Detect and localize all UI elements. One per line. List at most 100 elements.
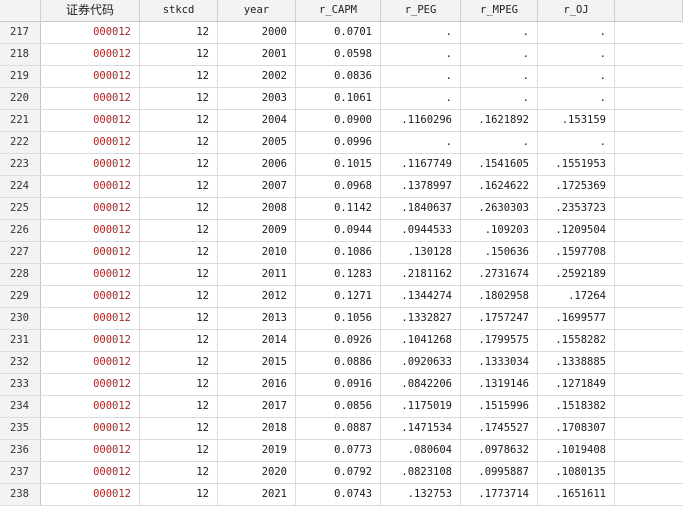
row-number[interactable]: 235	[0, 418, 41, 439]
cell-r-capm[interactable]: 0.0926	[296, 330, 381, 351]
cell-stkcd[interactable]: 12	[140, 88, 218, 109]
cell-r-mpeg[interactable]: .1802958	[461, 286, 538, 307]
cell-stkcd[interactable]: 12	[140, 396, 218, 417]
cell-r-oj[interactable]: .	[538, 22, 615, 43]
cell-stkcd[interactable]: 12	[140, 440, 218, 461]
cell-r-capm[interactable]: 0.0856	[296, 396, 381, 417]
cell-stkcd[interactable]: 12	[140, 154, 218, 175]
cell-stkcd[interactable]: 12	[140, 66, 218, 87]
cell-r-peg[interactable]: .0944533	[381, 220, 461, 241]
cell-r-oj[interactable]: .1551953	[538, 154, 615, 175]
cell-r-capm[interactable]: 0.0836	[296, 66, 381, 87]
cell-r-mpeg[interactable]: .2731674	[461, 264, 538, 285]
cell-r-capm[interactable]: 0.1061	[296, 88, 381, 109]
cell-r-peg[interactable]: .1840637	[381, 198, 461, 219]
row-number[interactable]: 234	[0, 396, 41, 417]
cell-code[interactable]: 000012	[41, 264, 140, 285]
cell-year[interactable]: 2013	[218, 308, 296, 329]
row-number[interactable]: 227	[0, 242, 41, 263]
cell-r-capm[interactable]: 0.0598	[296, 44, 381, 65]
cell-r-peg[interactable]: .	[381, 132, 461, 153]
cell-r-peg[interactable]: .132753	[381, 484, 461, 505]
cell-year[interactable]: 2014	[218, 330, 296, 351]
cell-r-peg[interactable]: .130128	[381, 242, 461, 263]
column-header-r-mpeg[interactable]: r_MPEG	[461, 0, 538, 21]
cell-r-capm[interactable]: 0.0944	[296, 220, 381, 241]
cell-r-oj[interactable]: .1338885	[538, 352, 615, 373]
table-row[interactable]: 222 000012 12 2005 0.0996...	[0, 132, 683, 154]
cell-code[interactable]: 000012	[41, 88, 140, 109]
cell-r-capm[interactable]: 0.1271	[296, 286, 381, 307]
table-row[interactable]: 234 000012 12 2017 0.0856.1175019.1515996.15…	[0, 396, 683, 418]
cell-year[interactable]: 2009	[218, 220, 296, 241]
cell-r-oj[interactable]: .1080135	[538, 462, 615, 483]
cell-r-mpeg[interactable]: .1745527	[461, 418, 538, 439]
table-row[interactable]: 238 000012 12 2021 0.0743.132753.1773714.165…	[0, 484, 683, 506]
cell-r-peg[interactable]: .1041268	[381, 330, 461, 351]
cell-r-mpeg[interactable]: .1799575	[461, 330, 538, 351]
cell-code[interactable]: 000012	[41, 484, 140, 505]
cell-year[interactable]: 2011	[218, 264, 296, 285]
cell-code[interactable]: 000012	[41, 66, 140, 87]
cell-r-mpeg[interactable]: .1319146	[461, 374, 538, 395]
row-number[interactable]: 224	[0, 176, 41, 197]
cell-code[interactable]: 000012	[41, 440, 140, 461]
cell-r-peg[interactable]: .1167749	[381, 154, 461, 175]
cell-code[interactable]: 000012	[41, 330, 140, 351]
table-row[interactable]: 221 000012 12 2004 0.0900.1160296.1621892.15…	[0, 110, 683, 132]
cell-r-peg[interactable]: .	[381, 22, 461, 43]
cell-r-mpeg[interactable]: .	[461, 132, 538, 153]
cell-r-capm[interactable]: 0.1056	[296, 308, 381, 329]
column-header-r-oj[interactable]: r_OJ	[538, 0, 615, 21]
cell-year[interactable]: 2001	[218, 44, 296, 65]
cell-r-mpeg[interactable]: .1541605	[461, 154, 538, 175]
cell-r-oj[interactable]: .1518382	[538, 396, 615, 417]
cell-r-mpeg[interactable]: .1624622	[461, 176, 538, 197]
column-header-stkcd[interactable]: stkcd	[140, 0, 218, 21]
cell-r-mpeg[interactable]: .	[461, 22, 538, 43]
cell-stkcd[interactable]: 12	[140, 462, 218, 483]
table-row[interactable]: 230 000012 12 2013 0.1056.1332827.1757247.16…	[0, 308, 683, 330]
cell-r-mpeg[interactable]: .	[461, 66, 538, 87]
cell-stkcd[interactable]: 12	[140, 176, 218, 197]
cell-stkcd[interactable]: 12	[140, 110, 218, 131]
row-number[interactable]: 217	[0, 22, 41, 43]
cell-code[interactable]: 000012	[41, 286, 140, 307]
cell-r-mpeg[interactable]: .0995887	[461, 462, 538, 483]
table-row[interactable]: 229 000012 12 2012 0.1271.1344274.1802958.17…	[0, 286, 683, 308]
cell-code[interactable]: 000012	[41, 462, 140, 483]
cell-r-peg[interactable]: .1175019	[381, 396, 461, 417]
cell-r-capm[interactable]: 0.1015	[296, 154, 381, 175]
cell-year[interactable]: 2021	[218, 484, 296, 505]
cell-r-peg[interactable]: .1344274	[381, 286, 461, 307]
data-grid[interactable]: 证券代码 stkcd year r_CAPM r_PEG r_MPEG r_OJ…	[0, 0, 683, 512]
row-number[interactable]: 231	[0, 330, 41, 351]
column-header-code[interactable]: 证券代码	[41, 0, 140, 21]
corner-cell[interactable]	[0, 0, 41, 21]
cell-r-capm[interactable]: 0.1142	[296, 198, 381, 219]
table-row[interactable]: 220 000012 12 2003 0.1061...	[0, 88, 683, 110]
cell-code[interactable]: 000012	[41, 352, 140, 373]
cell-r-mpeg[interactable]: .109203	[461, 220, 538, 241]
row-number[interactable]: 230	[0, 308, 41, 329]
cell-code[interactable]: 000012	[41, 418, 140, 439]
cell-r-mpeg[interactable]: .1773714	[461, 484, 538, 505]
cell-r-mpeg[interactable]: .1333034	[461, 352, 538, 373]
cell-r-mpeg[interactable]: .150636	[461, 242, 538, 263]
cell-year[interactable]: 2019	[218, 440, 296, 461]
cell-year[interactable]: 2016	[218, 374, 296, 395]
cell-r-peg[interactable]: .0920633	[381, 352, 461, 373]
cell-r-capm[interactable]: 0.0916	[296, 374, 381, 395]
table-row[interactable]: 226 000012 12 2009 0.0944.0944533.109203.120…	[0, 220, 683, 242]
cell-year[interactable]: 2018	[218, 418, 296, 439]
cell-r-peg[interactable]: .080604	[381, 440, 461, 461]
cell-r-mpeg[interactable]: .1515996	[461, 396, 538, 417]
row-number[interactable]: 228	[0, 264, 41, 285]
table-row[interactable]: 237 000012 12 2020 0.0792.0823108.0995887.10…	[0, 462, 683, 484]
cell-stkcd[interactable]: 12	[140, 220, 218, 241]
cell-year[interactable]: 2017	[218, 396, 296, 417]
cell-r-peg[interactable]: .2181162	[381, 264, 461, 285]
cell-r-capm[interactable]: 0.0743	[296, 484, 381, 505]
cell-r-capm[interactable]: 0.0900	[296, 110, 381, 131]
table-row[interactable]: 227 000012 12 2010 0.1086.130128.150636.1597…	[0, 242, 683, 264]
